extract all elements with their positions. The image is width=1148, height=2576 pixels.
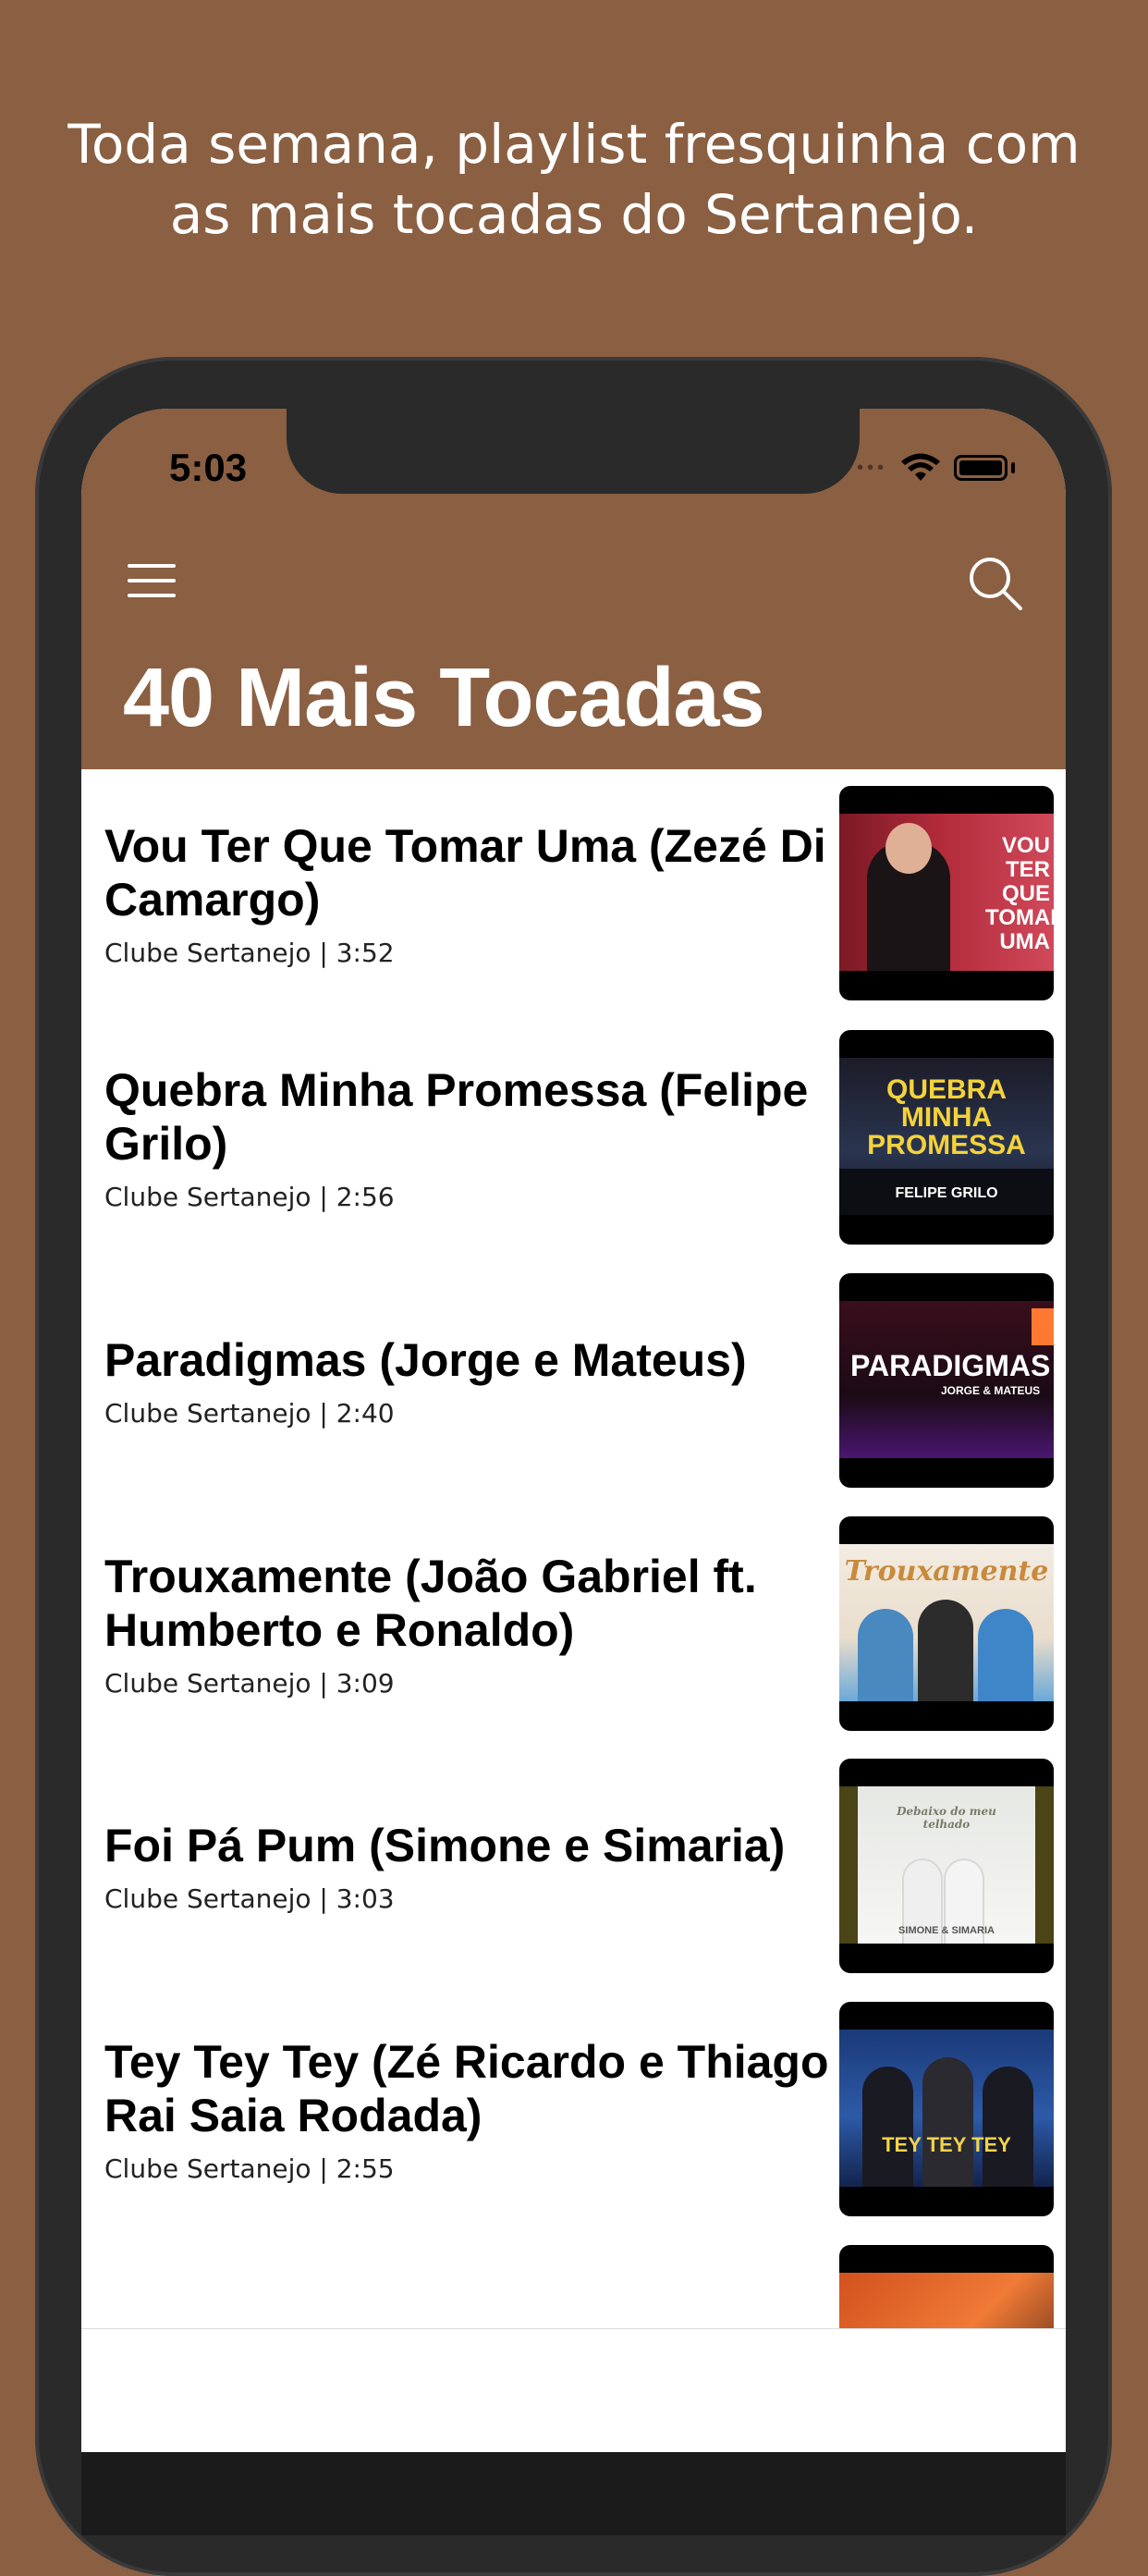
list-item[interactable]: Trouxamente (João Gabriel ft. Humberto e… [81,1516,1066,1760]
list-item-text: Quebra Minha Promessa (Felipe Grilo) Clu… [104,1030,899,1245]
list-item-text: Tey Tey Tey (Zé Ricardo e Thiago + Rai S… [104,2002,899,2216]
song-thumbnail[interactable]: Debaixo do meu telhado SIMONE & SIMARIA [839,1759,1054,1973]
thumbnail-text: Debaixo do meu telhado [897,1805,996,1831]
list-item[interactable]: Vou Ter Que Tomar Uma (Zezé Di Camargo) … [81,786,1066,1030]
promo-caption: Toda semana, playlist fresquinha com as … [67,113,1081,246]
song-thumbnail[interactable]: VOU TER QUE TOMAR UMA [839,786,1054,1000]
device-notch [287,409,860,494]
thumbnail-text: QUEBRA MINHA PROMESSA [867,1074,1026,1160]
thumbnail-text: VOU TER QUE TOMAR UMA [985,833,1054,954]
status-icons: ••• [857,453,1015,483]
song-thumbnail[interactable]: Trouxamente [839,1516,1054,1731]
list-item[interactable]: Quebra Minha Promessa (Felipe Grilo) Clu… [81,1030,1066,1274]
list-item[interactable] [81,2245,1066,2330]
app-screen: 5:03 ••• 40 Mais Tocadas Vou Ter Que Tom… [81,409,1066,2535]
list-item-text: Trouxamente (João Gabriel ft. Humberto e… [104,1516,899,1731]
list-item-text: Foi Pá Pum (Simone e Simaria) Clube Sert… [104,1759,899,1973]
status-time: 5:03 [169,446,248,489]
hamburger-menu-icon[interactable] [128,564,176,601]
song-title: Tey Tey Tey (Zé Ricardo e Thiago + Rai S… [104,2035,869,2141]
thumbnail-text: PARADIGMAS [850,1349,1051,1382]
song-meta: Clube Sertanejo | 2:55 [104,2153,395,2184]
song-meta: Clube Sertanejo | 3:52 [104,937,395,968]
device-bottom-bezel [81,2452,1066,2535]
wifi-icon [901,453,940,481]
song-meta: Clube Sertanejo | 3:03 [104,1883,395,1914]
list-item-text: Vou Ter Que Tomar Uma (Zezé Di Camargo) … [104,786,899,1000]
song-title: Quebra Minha Promessa (Felipe Grilo) [104,1063,809,1170]
song-thumbnail[interactable] [839,2245,1054,2330]
song-title: Paradigmas (Jorge e Mateus) [104,1333,747,1386]
thumbnail-text: Trouxamente [844,1555,1049,1588]
thumbnail-subtext: SIMONE & SIMARIA [898,1925,995,1936]
thumbnail-subtext: FELIPE GRILO [895,1185,998,1201]
song-thumbnail[interactable]: TEY TEY TEY [839,2002,1054,2216]
song-thumbnail[interactable]: PARADIGMAS JORGE & MATEUS [839,1273,1054,1488]
song-title: Foi Pá Pum (Simone e Simaria) [104,1819,786,1871]
thumbnail-subtext: JORGE & MATEUS [941,1384,1041,1397]
song-title: Vou Ter Que Tomar Uma (Zezé Di Camargo) [104,819,826,926]
page-title: 40 Mais Tocadas [123,652,765,744]
list-item-text: Paradigmas (Jorge e Mateus) Clube Sertan… [104,1273,899,1488]
search-icon[interactable] [967,555,1024,612]
list-item[interactable]: Paradigmas (Jorge e Mateus) Clube Sertan… [81,1273,1066,1517]
battery-icon [954,455,1008,481]
song-title: Trouxamente (João Gabriel ft. Humberto e… [104,1550,757,1656]
app-header: 5:03 ••• 40 Mais Tocadas [81,409,1066,769]
list-item[interactable]: Tey Tey Tey (Zé Ricardo e Thiago + Rai S… [81,2002,1066,2246]
bottom-bar [81,2328,1066,2459]
song-thumbnail[interactable]: QUEBRA MINHA PROMESSA FELIPE GRILO [839,1030,1054,1245]
song-meta: Clube Sertanejo | 3:09 [104,1667,395,1699]
signal-dots: ••• [856,457,887,478]
battery-cap [1011,462,1015,473]
song-meta: Clube Sertanejo | 2:40 [104,1397,395,1429]
song-meta: Clube Sertanejo | 2:56 [104,1181,395,1212]
thumbnail-text: TEY TEY TEY [882,2133,1011,2156]
list-item[interactable]: Foi Pá Pum (Simone e Simaria) Clube Sert… [81,1759,1066,2003]
